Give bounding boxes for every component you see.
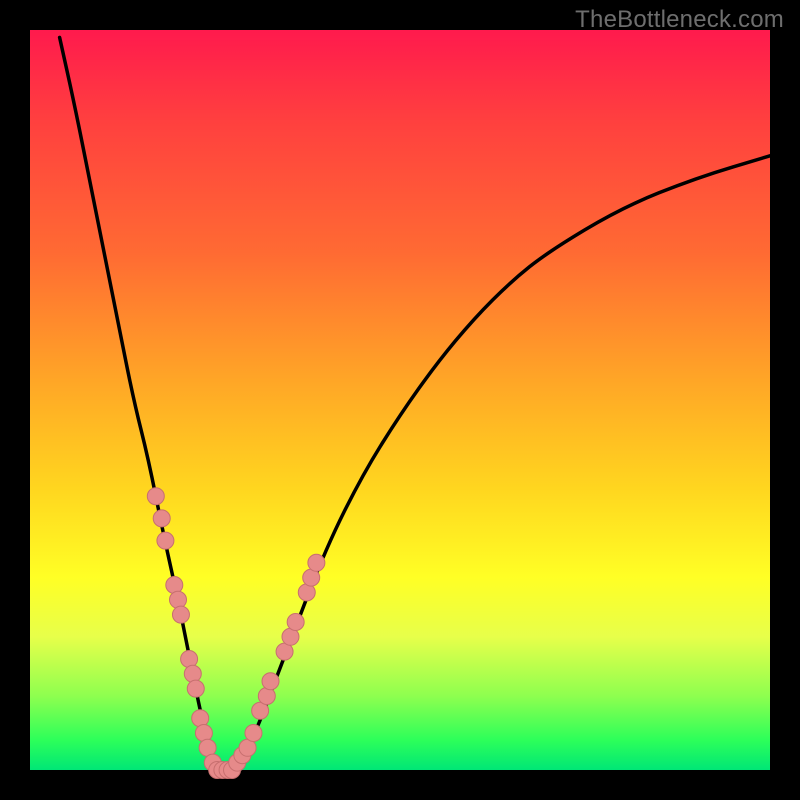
curve-layer [30,30,770,770]
data-marker [184,665,201,682]
data-marker [258,688,275,705]
highlighted-points [147,488,325,779]
data-marker [181,651,198,668]
watermark-text: TheBottleneck.com [575,6,784,34]
data-marker [147,488,164,505]
data-marker [157,532,174,549]
data-marker [172,606,189,623]
data-marker [195,725,212,742]
data-marker [262,673,279,690]
bottleneck-curve-path [60,37,770,770]
data-marker [245,725,262,742]
data-marker [187,680,204,697]
chart-frame: TheBottleneck.com [0,0,800,800]
data-marker [308,554,325,571]
data-marker [287,614,304,631]
plot-area [30,30,770,770]
data-marker [153,510,170,527]
data-marker [170,591,187,608]
bottleneck-curve [60,37,770,770]
data-marker [192,710,209,727]
data-marker [166,577,183,594]
